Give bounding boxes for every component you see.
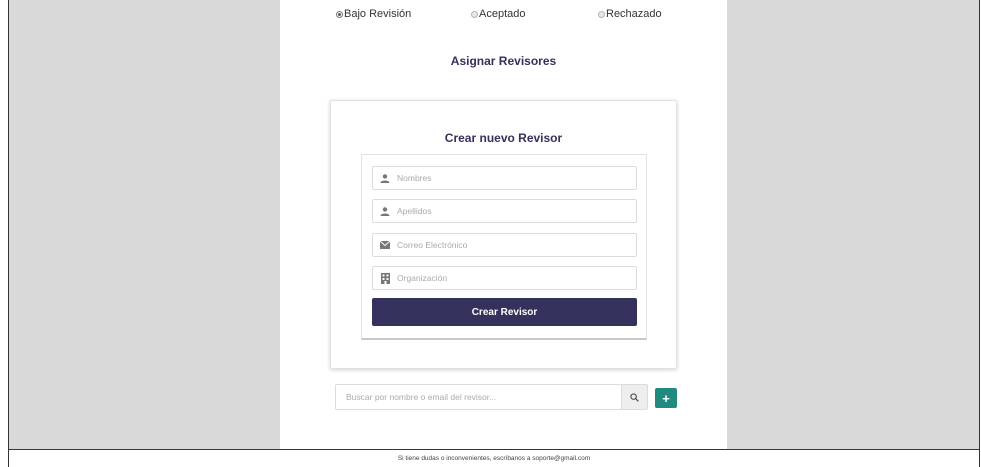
radio-label-aceptado: Aceptado	[479, 8, 526, 20]
create-reviewer-form: Crear Revisor	[361, 154, 647, 340]
correo-input[interactable]	[397, 240, 627, 250]
page-background: Bajo Revisión Aceptado Rechazado Asignar…	[8, 0, 980, 449]
radio-rechazado[interactable]: Rechazado	[598, 8, 662, 20]
organizacion-field	[372, 266, 637, 290]
radio-bajo-revision[interactable]: Bajo Revisión	[336, 8, 411, 20]
footer-text: Si tiene dudas o inconvenientes, escríba…	[397, 455, 591, 462]
content-panel: Bajo Revisión Aceptado Rechazado Asignar…	[280, 0, 727, 449]
footer: Si tiene dudas o inconvenientes, escríba…	[8, 449, 980, 467]
radio-unchecked-icon[interactable]	[598, 10, 605, 18]
organizacion-input[interactable]	[397, 273, 627, 283]
plus-icon: +	[662, 390, 670, 406]
assign-reviewers-title: Asignar Revisores	[450, 54, 557, 68]
building-icon	[373, 267, 397, 289]
create-reviewer-card: Crear nuevo Revisor Nombres Apellidos Co…	[330, 100, 677, 369]
radio-label-rechazado: Rechazado	[606, 8, 662, 20]
user-icon	[373, 167, 397, 189]
add-reviewer-button[interactable]: +	[655, 388, 677, 408]
radio-aceptado[interactable]: Aceptado	[471, 8, 525, 20]
user-icon	[373, 200, 397, 222]
radio-checked-icon[interactable]	[336, 10, 343, 18]
search-button[interactable]	[621, 384, 648, 410]
envelope-icon	[373, 234, 397, 256]
radio-unchecked-icon[interactable]	[471, 10, 478, 18]
nombres-field	[372, 166, 637, 190]
reviewer-search-input[interactable]	[335, 384, 621, 410]
create-reviewer-title: Crear nuevo Revisor	[444, 131, 563, 145]
apellidos-field	[372, 199, 637, 223]
radio-label-bajo-revision: Bajo Revisión	[344, 8, 412, 20]
apellidos-input[interactable]	[397, 206, 627, 216]
correo-field	[372, 233, 637, 257]
search-icon	[630, 392, 639, 402]
create-reviewer-button[interactable]: Crear Revisor	[372, 298, 637, 326]
status-radio-group: Bajo Revisión Aceptado Rechazado	[280, 8, 727, 28]
nombres-input[interactable]	[397, 173, 627, 183]
